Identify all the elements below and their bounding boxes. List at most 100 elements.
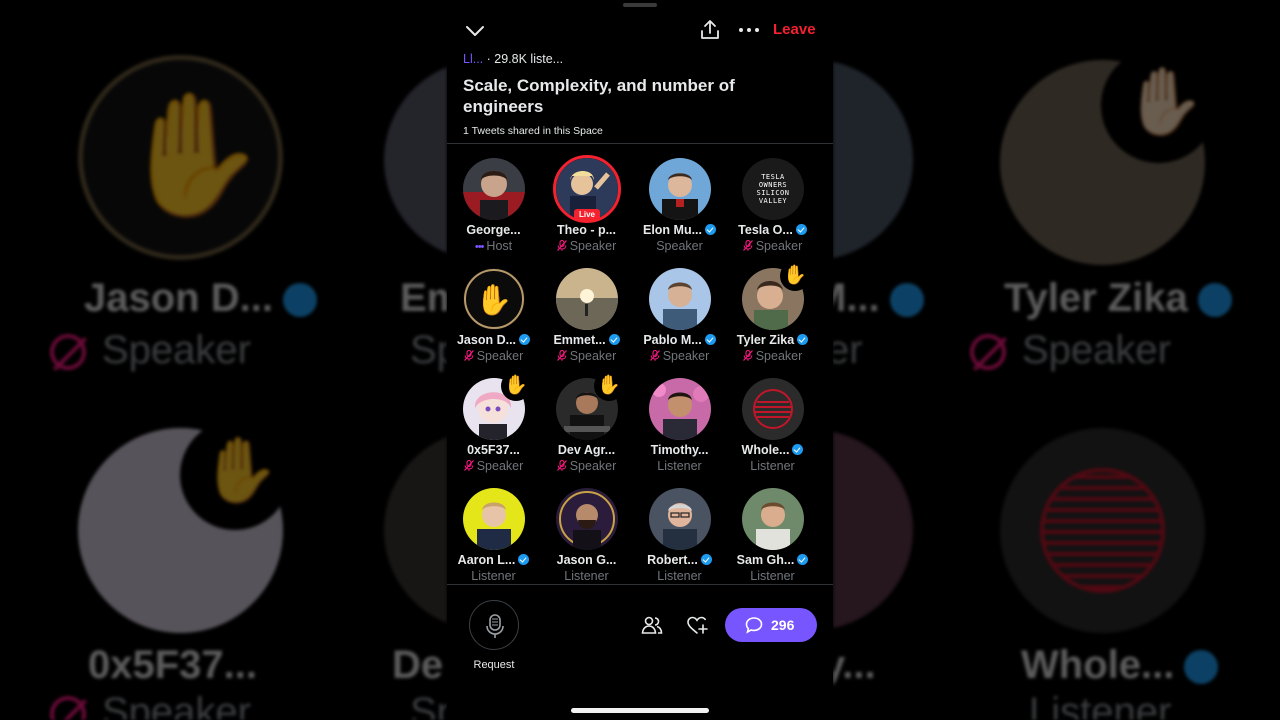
home-indicator[interactable] <box>571 708 709 713</box>
verified-badge-icon <box>795 224 807 235</box>
verified-badge-icon <box>700 554 712 565</box>
verified-badge-icon <box>519 334 531 345</box>
participant-avatar[interactable] <box>649 488 711 550</box>
participant-role: Speaker <box>447 349 540 363</box>
chevron-down-icon[interactable] <box>464 20 486 42</box>
divider <box>447 143 833 144</box>
bg-name-4: De <box>392 643 444 687</box>
participant-tile[interactable]: Whole... Listener <box>726 371 819 481</box>
participant-avatar[interactable] <box>649 158 711 220</box>
participant-avatar[interactable] <box>649 378 711 440</box>
bg-name-8: Whole... <box>1021 643 1219 688</box>
live-badge: Live <box>574 209 600 220</box>
participant-avatar[interactable] <box>742 378 804 440</box>
background-right: ✋🏻 M... Tyler Zika er Speaker y... Whole… <box>833 0 1280 720</box>
bg-name-7: y... <box>833 643 876 687</box>
svg-text:✋: ✋ <box>475 282 512 317</box>
bg-role-5: er <box>833 328 863 372</box>
share-icon[interactable] <box>699 19 721 41</box>
participant-name: Whole... <box>726 443 819 457</box>
logo-text-line: OWNERS <box>758 181 788 189</box>
participant-tile[interactable]: Live Theo - p... Speaker <box>540 151 633 261</box>
participant-tile[interactable]: ✋ 0x5F37... Speaker <box>447 371 540 481</box>
bg-whole-logo <box>1040 468 1165 593</box>
participant-role: Speaker <box>447 459 540 473</box>
participant-avatar[interactable] <box>463 158 525 220</box>
participant-tile[interactable]: Timothy... Listener <box>633 371 726 481</box>
raised-hand-icon: ✋ <box>501 371 531 401</box>
participant-role: ••• Host <box>474 239 513 253</box>
participant-tile[interactable]: Sam Gh... Listener <box>726 481 819 591</box>
tweets-shared-link[interactable]: 1 Tweets shared in this Space <box>463 125 603 137</box>
bg-role-1: Speaker <box>50 328 251 373</box>
space-host-prefix[interactable]: Ll... <box>463 52 483 66</box>
participant-avatar[interactable] <box>649 268 711 330</box>
comments-button[interactable]: 296 <box>725 608 817 642</box>
participant-role: Speaker <box>656 239 703 253</box>
logo-text-line: VALLEY <box>758 197 788 205</box>
mic-off-icon <box>556 240 567 251</box>
bg-name-3: 0x5F37... <box>88 643 258 687</box>
participant-avatar[interactable] <box>742 488 804 550</box>
participant-name: Emmet... <box>540 333 633 347</box>
participant-avatar[interactable] <box>556 268 618 330</box>
bg-role-4: Sp <box>410 690 447 720</box>
participant-avatar[interactable] <box>556 488 618 550</box>
top-bar: Leave <box>447 0 833 60</box>
bg-raised-hand-icon: ✋ <box>118 88 268 222</box>
mic-off-icon <box>556 460 567 471</box>
participant-tile[interactable]: Emmet... Speaker <box>540 261 633 371</box>
verified-badge-icon <box>704 334 716 345</box>
participant-name: Tyler Zika <box>726 333 819 347</box>
participant-tile[interactable]: TESLA OWNERS SILICON VALLEY Tesla O... Speake… <box>726 151 819 261</box>
bg-role-7: Listener <box>1029 690 1172 720</box>
participant-tile[interactable]: Jason G... Listener <box>540 481 633 591</box>
bg-mic-off-icon-3 <box>970 334 1006 371</box>
comment-count: 296 <box>771 617 795 633</box>
participant-tile[interactable]: George... ••• Host <box>447 151 540 261</box>
participant-tile[interactable]: Elon Mu... Speaker <box>633 151 726 261</box>
participant-name: Dev Agr... <box>557 443 616 457</box>
participant-name: Aaron L... <box>447 553 540 567</box>
heart-plus-icon[interactable] <box>686 614 708 636</box>
more-icon[interactable] <box>737 20 761 40</box>
spaces-panel: Leave Ll... · 29.8K liste... Scale, Comp… <box>447 0 833 720</box>
participant-avatar[interactable] <box>463 488 525 550</box>
participant-tile[interactable]: Pablo M... Speaker <box>633 261 726 371</box>
bg-mic-off-icon-2 <box>50 696 86 720</box>
bg-name-2: Em <box>400 276 447 320</box>
space-meta: Ll... · 29.8K liste... <box>463 52 563 66</box>
participant-tile[interactable]: ✋ Jason D... Speaker <box>447 261 540 371</box>
microphone-icon <box>486 614 504 638</box>
comment-icon <box>745 617 763 634</box>
bg-role-2: Sp <box>410 328 447 372</box>
mic-off-icon <box>556 350 567 361</box>
bg-name-6: Tyler Zika <box>1004 276 1232 321</box>
participant-role: Speaker <box>540 239 633 253</box>
verified-badge-icon <box>705 224 717 235</box>
participant-role: Speaker <box>726 349 819 363</box>
request-label: Request <box>473 659 515 671</box>
bg-raised-hand-icon-3: ✋🏻 <box>1123 64 1206 138</box>
participant-avatar[interactable]: ✋ <box>463 268 525 330</box>
participant-role: Speaker <box>633 349 726 363</box>
bg-avatar-partial-4 <box>833 430 913 630</box>
participant-name: Timothy... <box>650 443 709 457</box>
participant-role: Listener <box>657 459 702 473</box>
people-icon[interactable] <box>641 614 663 636</box>
participant-role: Speaker <box>540 349 633 363</box>
verified-badge-icon <box>797 334 809 345</box>
request-mic-button[interactable] <box>469 600 519 650</box>
participant-name: Elon Mu... <box>633 223 726 237</box>
leave-button[interactable]: Leave <box>773 21 816 38</box>
tesla-owners-logo: TESLA OWNERS SILICON VALLEY <box>742 158 804 220</box>
participant-tile[interactable]: ✋ Dev Agr... Speaker <box>540 371 633 481</box>
logo-text-line: TESLA <box>761 173 785 181</box>
participant-tile[interactable]: Aaron L... Listener <box>447 481 540 591</box>
mic-off-icon <box>463 460 474 471</box>
participant-role: Listener <box>657 569 702 583</box>
participant-tile[interactable]: ✋ Tyler Zika Speaker <box>726 261 819 371</box>
mic-off-icon <box>463 350 474 361</box>
bg-verified-icon-4 <box>1184 650 1219 685</box>
participant-tile[interactable]: Robert... Listener <box>633 481 726 591</box>
